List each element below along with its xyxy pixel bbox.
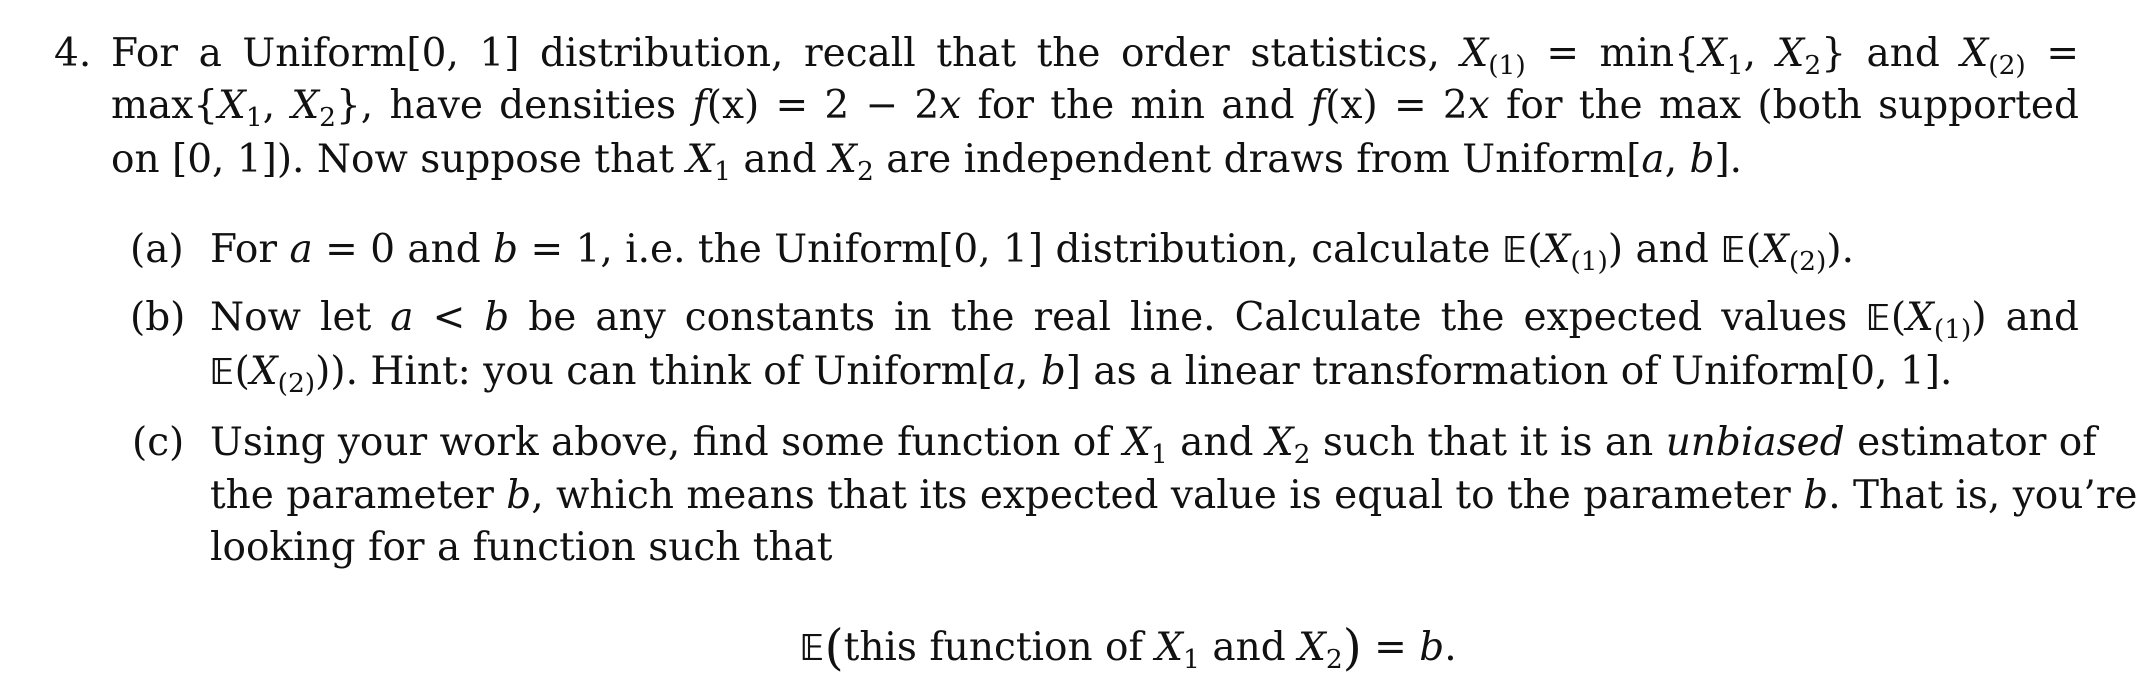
display-equation: 𝔼(this function of X1 and X2) = b. [800,620,1457,676]
part-c-label: (c) [132,420,185,465]
part-c-line-3: looking for a function such that [210,525,833,570]
intro-line-1: For a Uniform[0, 1] distribution, recall… [111,31,2080,81]
part-c-line-2: the parameter b, which means that its ex… [210,473,2138,518]
part-a-label: (a) [130,227,184,272]
problem-number: 4. [54,31,92,76]
intro-line-2: max{X1, X2}, have densities f(x) = 2 − 2… [111,83,2079,133]
intro-line-3: on [0, 1]). Now suppose that X1 and X2 a… [111,137,1743,187]
emphasis-unbiased: unbiased [1665,420,1845,465]
part-b-line-2: 𝔼(X(2))). Hint: you can think of Uniform… [210,349,1953,399]
part-a-line-1: For a = 0 and b = 1, i.e. the Uniform[0,… [210,227,1854,277]
part-b-label: (b) [130,295,186,340]
part-b-line-1: Now let a < b be any constants in the re… [210,295,2079,345]
part-c-line-1: Using your work above, find some functio… [210,420,2097,470]
